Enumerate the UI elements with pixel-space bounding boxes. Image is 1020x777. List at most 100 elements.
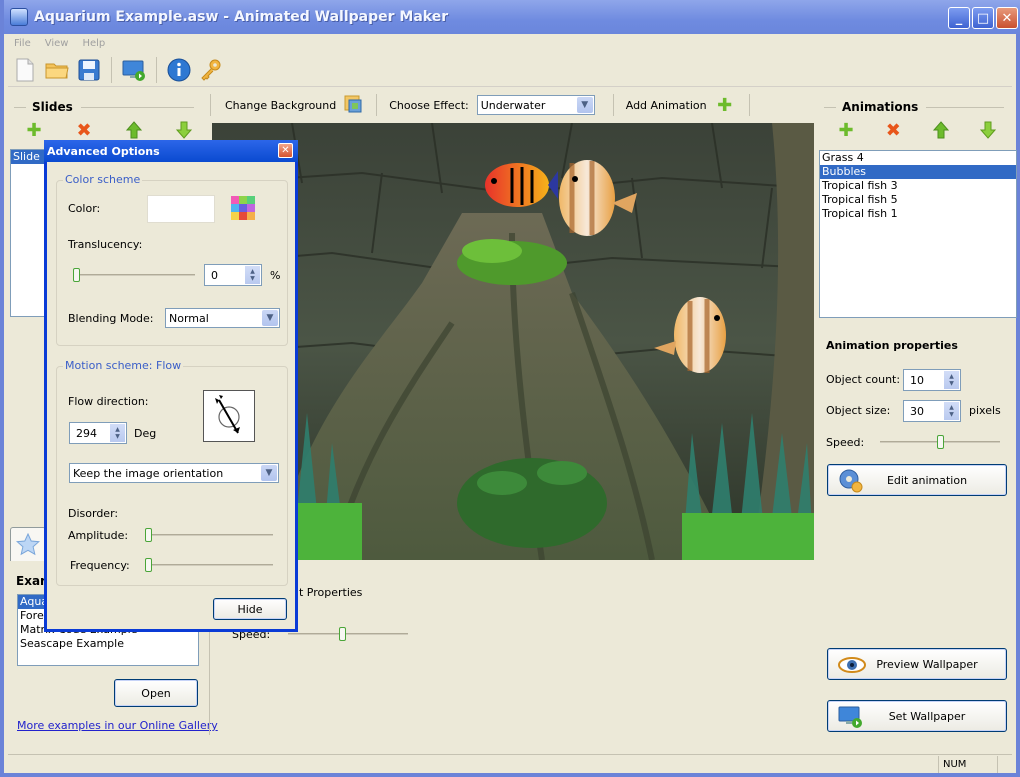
separator [612, 94, 614, 116]
animations-list[interactable]: Grass 4 Bubbles Tropical fish 3 Tropical… [819, 150, 1017, 318]
list-item[interactable]: Tropical fish 1 [820, 207, 1016, 221]
color-label: Color: [68, 202, 101, 215]
separator [376, 94, 378, 116]
list-item[interactable]: Seascape Example [18, 637, 198, 651]
list-item[interactable]: Bubbles [820, 165, 1016, 179]
list-item[interactable]: Tropical fish 3 [820, 179, 1016, 193]
spinner-arrows-icon[interactable]: ▲ ▼ [245, 266, 260, 284]
edit-animation-button[interactable]: Edit animation [827, 464, 1007, 496]
set-wallpaper-button[interactable]: Set Wallpaper [827, 700, 1007, 732]
translucency-slider[interactable] [73, 267, 195, 283]
animations-controls: ✚ ✖ [836, 120, 998, 141]
num-lock-indicator: NUM [938, 755, 998, 773]
color-scheme-legend: Color scheme [63, 173, 143, 186]
flow-direction-dial[interactable] [203, 390, 255, 442]
menu-help[interactable]: Help [82, 38, 105, 49]
open-example-button[interactable]: Open [114, 679, 198, 707]
chevron-down-icon[interactable]: ▼ [576, 97, 593, 113]
center-plant [457, 458, 607, 548]
slider-thumb[interactable] [73, 268, 80, 282]
preview-wallpaper-button[interactable]: Preview Wallpaper [827, 648, 1007, 680]
move-slide-up-icon[interactable] [124, 120, 144, 140]
new-file-icon[interactable] [12, 57, 38, 83]
list-item[interactable]: Tropical fish 5 [820, 193, 1016, 207]
slider-track [145, 534, 273, 536]
chevron-down-icon[interactable]: ▼ [261, 465, 277, 481]
move-animation-down-icon[interactable] [978, 120, 998, 140]
slider-thumb[interactable] [936, 435, 944, 449]
change-background-label[interactable]: Change Background [225, 99, 336, 112]
online-gallery-link[interactable]: More examples in our Online Gallery [17, 719, 218, 732]
effect-properties-heading: t Properties [299, 586, 363, 599]
move-animation-up-icon[interactable] [931, 120, 951, 140]
choose-effect-label: Choose Effect: [389, 98, 469, 112]
separator [748, 94, 750, 116]
slider-thumb[interactable] [338, 627, 346, 641]
orientation-select[interactable]: Keep the image orientation ▼ [69, 463, 279, 483]
color-swatch[interactable] [147, 195, 215, 223]
dialog-close-icon[interactable]: ✕ [278, 143, 293, 158]
app-window: Aquarium Example.asw - Animated Wallpape… [0, 0, 1020, 777]
add-animation-label[interactable]: Add Animation [626, 99, 707, 112]
translucency-value: 0 [211, 268, 218, 282]
spinner-arrows-icon[interactable]: ▲ ▼ [944, 402, 959, 420]
color-palette-icon[interactable] [231, 196, 255, 220]
minimize-button[interactable]: _ [948, 7, 970, 29]
chevron-down-icon[interactable]: ▼ [262, 310, 278, 326]
gears-icon [839, 469, 863, 493]
maximize-button[interactable]: □ [972, 7, 994, 29]
flow-direction-input[interactable]: 294 ▲ ▼ [69, 422, 127, 444]
menu-view[interactable]: View [45, 38, 69, 49]
blending-mode-label: Blending Mode: [68, 312, 154, 325]
close-button[interactable]: ✕ [996, 7, 1018, 29]
animation-speed-slider[interactable] [880, 434, 1000, 450]
flow-direction-label: Flow direction: [68, 395, 149, 408]
delete-animation-icon[interactable]: ✖ [883, 120, 903, 141]
list-item[interactable]: Grass 4 [820, 151, 1016, 165]
effect-select-value: Underwater [480, 98, 546, 112]
menu-bar: File View Help [8, 34, 1012, 52]
add-slide-icon[interactable]: ✚ [24, 120, 44, 141]
effect-select[interactable]: Underwater ▼ [476, 95, 595, 115]
move-slide-down-icon[interactable] [174, 120, 194, 140]
info-icon[interactable] [166, 57, 192, 83]
object-size-input[interactable]: 30 ▲ ▼ [903, 400, 961, 422]
change-background-icon[interactable] [344, 95, 362, 116]
effect-speed-slider[interactable] [288, 626, 408, 642]
translucency-label: Translucency: [68, 238, 143, 251]
slider-thumb[interactable] [145, 558, 152, 572]
motion-scheme-group: Motion scheme: Flow Flow direction: 294 … [56, 359, 288, 586]
hide-button[interactable]: Hide [213, 598, 287, 620]
spinner-arrows-icon[interactable]: ▲ ▼ [110, 424, 125, 442]
frequency-slider[interactable] [145, 557, 273, 573]
delete-slide-icon[interactable]: ✖ [74, 120, 94, 141]
object-count-label: Object count: [826, 373, 901, 386]
dialog-title-bar[interactable]: Advanced Options [44, 140, 298, 162]
toolbar-separator [111, 56, 112, 83]
menu-file[interactable]: File [14, 38, 31, 49]
disorder-label: Disorder: [68, 507, 119, 520]
slides-controls: ✚ ✖ [24, 120, 194, 141]
add-animation-icon[interactable]: ✚ [715, 95, 735, 116]
toolbar [8, 53, 1012, 87]
examples-heading: Exar [16, 574, 46, 588]
object-count-input[interactable]: 10 ▲ ▼ [903, 369, 961, 391]
translucency-input[interactable]: 0 ▲ ▼ [204, 264, 262, 286]
key-icon[interactable] [198, 57, 224, 83]
wallpaper-preview[interactable] [212, 123, 814, 560]
slider-thumb[interactable] [145, 528, 152, 542]
add-animation-item-icon[interactable]: ✚ [836, 120, 856, 141]
amplitude-slider[interactable] [145, 527, 273, 543]
blending-mode-value: Normal [169, 311, 209, 325]
window-title: Aquarium Example.asw - Animated Wallpape… [34, 9, 449, 25]
open-folder-icon[interactable] [44, 57, 70, 83]
slider-track [288, 633, 408, 635]
save-icon[interactable] [76, 57, 102, 83]
examples-tab[interactable] [10, 527, 46, 561]
blending-mode-select[interactable]: Normal ▼ [165, 308, 280, 328]
advanced-options-dialog: Advanced Options ✕ Color scheme Color: T… [44, 140, 298, 632]
dialog-title: Advanced Options [47, 144, 160, 158]
translucency-unit: % [270, 269, 281, 282]
set-wallpaper-icon[interactable] [121, 57, 147, 83]
spinner-arrows-icon[interactable]: ▲ ▼ [944, 371, 959, 389]
